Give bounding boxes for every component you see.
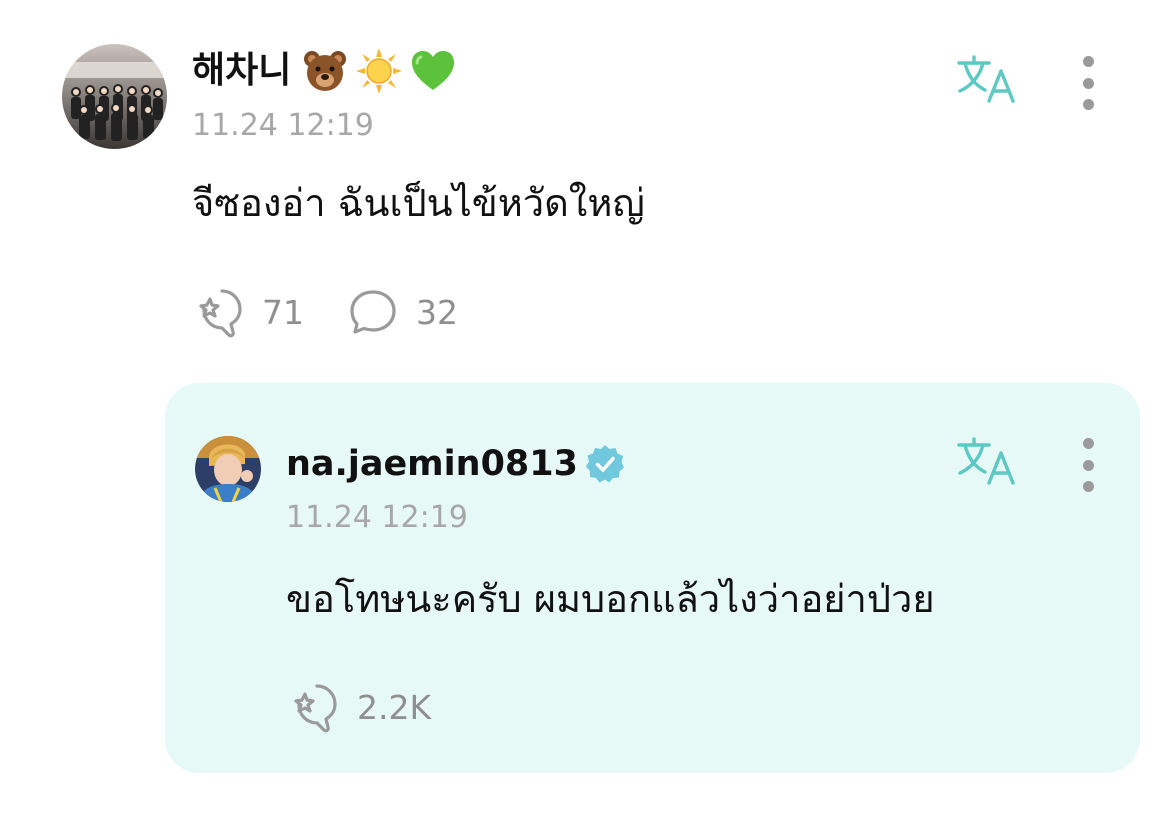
post-translate-button[interactable] bbox=[956, 54, 1018, 104]
reply-author-name[interactable]: na.jaemin0813 bbox=[286, 437, 578, 491]
more-vertical-icon bbox=[1082, 56, 1094, 67]
post-comment-count: 32 bbox=[416, 292, 458, 332]
reply-like-count: 2.2K bbox=[357, 687, 432, 727]
post-author-name-row[interactable]: 해차니 bbox=[192, 44, 457, 98]
reply-author-avatar[interactable] bbox=[195, 436, 261, 502]
translate-icon bbox=[957, 55, 1015, 103]
like-icon bbox=[192, 285, 246, 339]
reply-like-button[interactable]: 2.2K bbox=[287, 680, 431, 734]
translate-icon bbox=[957, 437, 1015, 485]
verified-badge-icon bbox=[584, 443, 626, 485]
reply-more-button[interactable] bbox=[1078, 438, 1098, 492]
post-text: จีซองอ่า ฉันเป็นไข้หวัดใหญ่ bbox=[192, 181, 645, 225]
post-timestamp: 11.24 12:19 bbox=[192, 108, 374, 143]
post-more-button[interactable] bbox=[1078, 56, 1098, 110]
post-author-avatar[interactable] bbox=[62, 44, 167, 149]
sun-emoji bbox=[355, 47, 403, 95]
post-comment-button[interactable]: 32 bbox=[346, 285, 458, 339]
green-heart-emoji bbox=[409, 47, 457, 95]
bear-emoji bbox=[301, 47, 349, 95]
reply-translate-button[interactable] bbox=[956, 436, 1018, 486]
reply-text: ขอโทษนะครับ ผมบอกแล้วไงว่าอย่าป่วย bbox=[286, 577, 935, 621]
comment-thread: 해차니 11.24 12:19 จีซองอ่า ฉันเป็นไข้หวัดใ… bbox=[0, 0, 1170, 814]
name-emojis bbox=[301, 47, 457, 95]
comment-icon bbox=[346, 285, 400, 339]
post-like-count: 71 bbox=[262, 292, 304, 332]
post-author-name[interactable]: 해차니 bbox=[192, 44, 291, 98]
reply-author-name-row[interactable]: na.jaemin0813 bbox=[286, 437, 626, 491]
post-like-button[interactable]: 71 bbox=[192, 285, 304, 339]
reply-timestamp: 11.24 12:19 bbox=[286, 500, 468, 535]
more-vertical-icon bbox=[1082, 438, 1094, 449]
like-icon bbox=[287, 680, 341, 734]
